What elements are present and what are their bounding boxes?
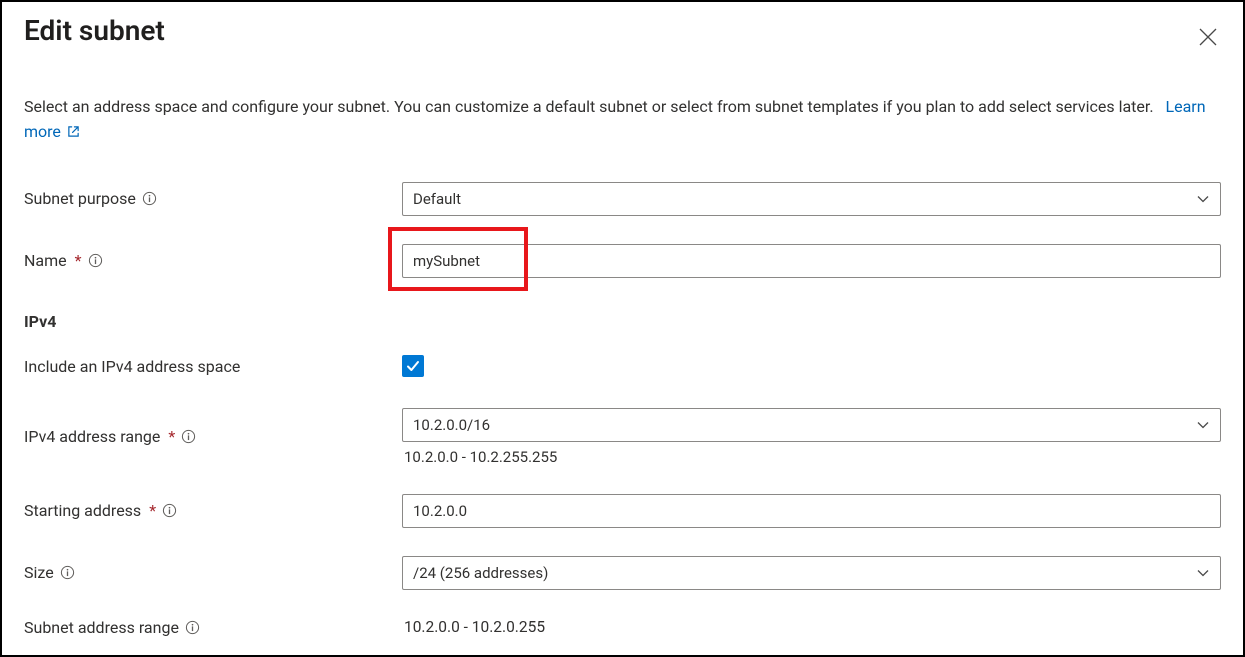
edit-subnet-panel: Edit subnet Select an address space and … — [0, 0, 1245, 657]
name-label: Name — [24, 251, 67, 270]
size-label: Size — [24, 563, 54, 582]
starting-address-input[interactable] — [402, 494, 1221, 528]
include-ipv4-label: Include an IPv4 address space — [24, 357, 240, 376]
subnet-range-label: Subnet address range — [24, 618, 179, 637]
required-indicator: * — [75, 251, 82, 270]
close-icon — [1199, 28, 1217, 46]
required-indicator: * — [149, 501, 156, 520]
subnet-range-value: 10.2.0.0 - 10.2.0.255 — [402, 618, 545, 636]
chevron-down-icon — [1196, 566, 1210, 580]
starting-address-label: Starting address — [24, 501, 141, 520]
panel-title: Edit subnet — [24, 14, 165, 47]
ipv4-section-heading: IPv4 — [24, 312, 1221, 331]
info-icon[interactable] — [60, 565, 75, 580]
close-button[interactable] — [1191, 20, 1225, 54]
chevron-down-icon — [1196, 418, 1210, 432]
size-select[interactable]: /24 (256 addresses) — [402, 556, 1221, 590]
intro-text: Select an address space and configure yo… — [24, 95, 1221, 146]
include-ipv4-checkbox[interactable] — [402, 355, 424, 377]
info-icon[interactable] — [185, 620, 200, 635]
required-indicator: * — [168, 427, 175, 446]
info-icon[interactable] — [88, 253, 103, 268]
info-icon[interactable] — [162, 503, 177, 518]
ipv4-range-label: IPv4 address range — [24, 427, 160, 446]
ipv4-range-resolved: 10.2.0.0 - 10.2.255.255 — [402, 448, 1221, 466]
info-icon[interactable] — [181, 429, 196, 444]
subnet-purpose-label: Subnet purpose — [24, 189, 136, 208]
external-link-icon — [67, 121, 80, 146]
subnet-purpose-select[interactable]: Default — [402, 182, 1221, 216]
ipv4-range-select[interactable]: 10.2.0.0/16 — [402, 408, 1221, 442]
name-input[interactable] — [402, 244, 1221, 278]
info-icon[interactable] — [142, 191, 157, 206]
chevron-down-icon — [1196, 192, 1210, 206]
